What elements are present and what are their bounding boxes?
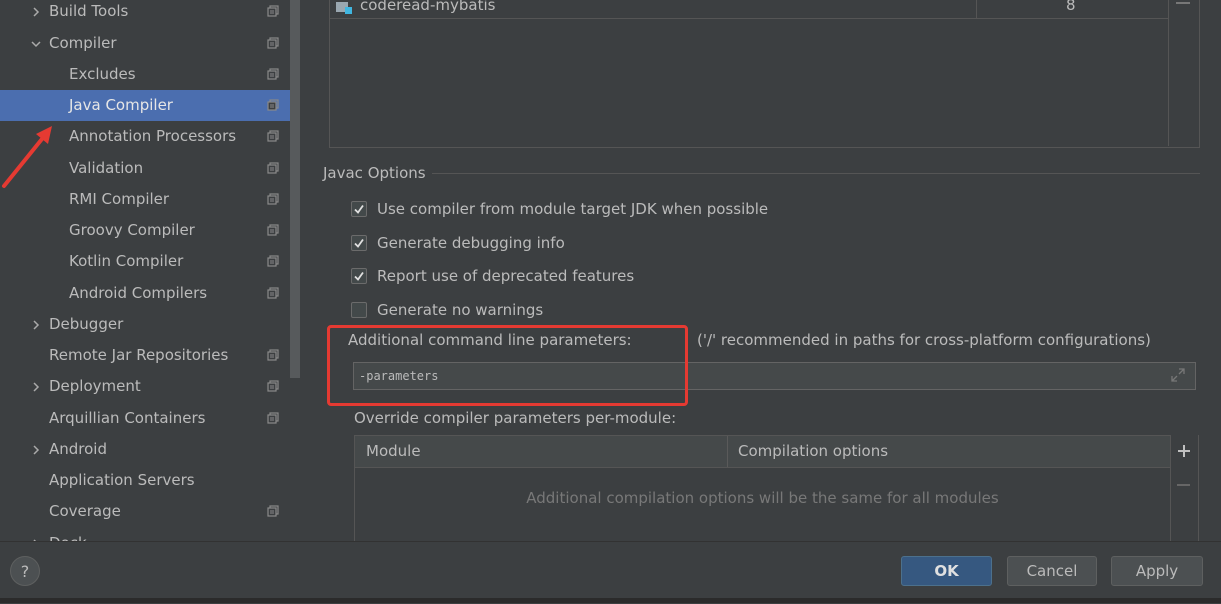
sidebar-item-arquillian-containers[interactable]: Arquillian Containers: [0, 403, 290, 434]
generate-no-warnings-checkbox[interactable]: Generate no warnings: [351, 300, 543, 320]
checkbox-label: Use compiler from module target JDK when…: [377, 200, 769, 218]
sidebar-item-application-servers[interactable]: Application Servers: [0, 465, 290, 496]
checkbox-checked-icon[interactable]: [351, 201, 367, 217]
group-separator: [432, 173, 1200, 174]
project-settings-copy-icon: [267, 505, 279, 517]
module-icon: [336, 2, 352, 14]
column-header-compilation-options[interactable]: Compilation options: [738, 442, 888, 460]
project-settings-copy-icon: [267, 130, 279, 142]
help-button[interactable]: ?: [10, 556, 40, 586]
project-settings-copy-icon: [267, 5, 279, 17]
chevron-right-icon[interactable]: [30, 444, 42, 456]
sidebar-item-label: Arquillian Containers: [49, 409, 206, 427]
report-deprecated-checkbox[interactable]: Report use of deprecated features: [351, 266, 634, 286]
project-settings-copy-icon: [267, 349, 279, 361]
sidebar-item-android[interactable]: Android: [0, 434, 290, 465]
sidebar-item-label: Debugger: [49, 315, 124, 333]
javac-options-title: Javac Options: [323, 164, 426, 182]
sidebar-item-excludes[interactable]: Excludes: [0, 59, 290, 90]
chevron-right-icon[interactable]: [30, 6, 42, 18]
sidebar-item-remote-jar-repositories[interactable]: Remote Jar Repositories: [0, 340, 290, 371]
project-settings-copy-icon: [267, 193, 279, 205]
project-settings-copy-icon: [267, 99, 279, 111]
table-row[interactable]: coderead-mybatis 8: [330, 0, 1168, 19]
additional-params-label: Additional command line parameters:: [348, 331, 632, 349]
project-settings-copy-icon: [267, 255, 279, 267]
sidebar-item-dock[interactable]: Dock: [0, 528, 290, 541]
sidebar-item-label: Java Compiler: [69, 96, 173, 114]
checkbox-label: Generate no warnings: [377, 301, 544, 319]
sidebar-item-java-compiler[interactable]: Java Compiler: [0, 90, 290, 121]
sidebar-item-label: Kotlin Compiler: [69, 252, 184, 270]
table-header: Module Compilation options: [355, 436, 1170, 468]
override-params-label: Override compiler parameters per-module:: [354, 409, 677, 427]
sidebar-item-rmi-compiler[interactable]: RMI Compiler: [0, 184, 290, 215]
sidebar-item-android-compilers[interactable]: Android Compilers: [0, 278, 290, 309]
project-settings-copy-icon: [267, 287, 279, 299]
additional-params-input[interactable]: -parameters: [353, 362, 1196, 390]
apply-button[interactable]: Apply: [1111, 556, 1203, 586]
checkbox-checked-icon[interactable]: [351, 235, 367, 251]
params-hint: ('/' recommended in paths for cross-plat…: [697, 331, 1151, 349]
add-icon[interactable]: [1176, 443, 1192, 459]
sidebar-item-label: Build Tools: [49, 2, 129, 20]
sidebar-scrollbar[interactable]: [290, 0, 300, 378]
sidebar-item-label: Deployment: [49, 377, 141, 395]
override-params-table: Module Compilation options Additional co…: [354, 435, 1171, 542]
project-settings-copy-icon: [267, 224, 279, 236]
sidebar-item-validation[interactable]: Validation: [0, 153, 290, 184]
checkbox-checked-icon[interactable]: [351, 268, 367, 284]
sidebar-item-annotation-processors[interactable]: Annotation Processors: [0, 121, 290, 152]
ok-button[interactable]: OK: [901, 556, 992, 586]
target-bytecode-version: 8: [1066, 0, 1076, 14]
column-divider: [727, 436, 728, 467]
checkbox-label: Report use of deprecated features: [377, 267, 635, 285]
project-settings-copy-icon: [267, 37, 279, 49]
toolbar-divider: [1198, 435, 1199, 541]
generate-debug-info-checkbox[interactable]: Generate debugging info: [351, 233, 565, 253]
chevron-right-icon[interactable]: [30, 381, 42, 393]
column-header-module[interactable]: Module: [366, 442, 421, 460]
project-settings-copy-icon: [267, 162, 279, 174]
empty-table-text: Additional compilation options will be t…: [526, 489, 999, 507]
sidebar-item-label: Validation: [69, 159, 144, 177]
sidebar-item-groovy-compiler[interactable]: Groovy Compiler: [0, 215, 290, 246]
project-settings-copy-icon: [267, 68, 279, 80]
checkbox-unchecked-icon[interactable]: [351, 302, 367, 318]
sidebar-item-label: Coverage: [49, 502, 121, 520]
cancel-button[interactable]: Cancel: [1007, 556, 1097, 586]
sidebar-item-debugger[interactable]: Debugger: [0, 309, 290, 340]
chevron-down-icon[interactable]: [30, 38, 42, 50]
sidebar-item-label: Remote Jar Repositories: [49, 346, 229, 364]
column-divider: [976, 0, 977, 18]
sidebar-item-build-tools[interactable]: Build Tools: [0, 0, 290, 27]
chevron-right-icon[interactable]: [30, 319, 42, 331]
checkbox-label: Generate debugging info: [377, 234, 565, 252]
sidebar-item-label: Groovy Compiler: [69, 221, 195, 239]
sidebar-item-label: Android: [49, 440, 107, 458]
project-settings-copy-icon: [267, 412, 279, 424]
table-toolbar-divider: [1168, 0, 1169, 146]
sidebar-item-kotlin-compiler[interactable]: Kotlin Compiler: [0, 246, 290, 277]
sidebar-item-coverage[interactable]: Coverage: [0, 496, 290, 527]
module-bytecode-table: coderead-mybatis 8: [329, 0, 1200, 148]
remove-icon[interactable]: [1176, 2, 1190, 4]
sidebar-item-compiler[interactable]: Compiler: [0, 28, 290, 59]
window-bottom-edge: [0, 598, 1221, 603]
module-name: coderead-mybatis: [360, 0, 496, 14]
sidebar-item-label: RMI Compiler: [69, 190, 170, 208]
sidebar-item-label: Annotation Processors: [69, 127, 237, 145]
settings-tree: Build Tools Compiler Excludes Java Compiler…: [0, 0, 302, 541]
expand-icon[interactable]: [1170, 367, 1186, 383]
sidebar-item-deployment[interactable]: Deployment: [0, 371, 290, 402]
sidebar-item-label: Dock: [49, 534, 87, 541]
sidebar-item-label: Excludes: [69, 65, 136, 83]
project-settings-copy-icon: [267, 380, 279, 392]
use-module-jdk-checkbox[interactable]: Use compiler from module target JDK when…: [351, 199, 768, 219]
sidebar-item-label: Application Servers: [49, 471, 195, 489]
sidebar-item-label: Compiler: [49, 34, 117, 52]
remove-icon[interactable]: [1177, 484, 1190, 486]
sidebar-item-label: Android Compilers: [69, 284, 208, 302]
